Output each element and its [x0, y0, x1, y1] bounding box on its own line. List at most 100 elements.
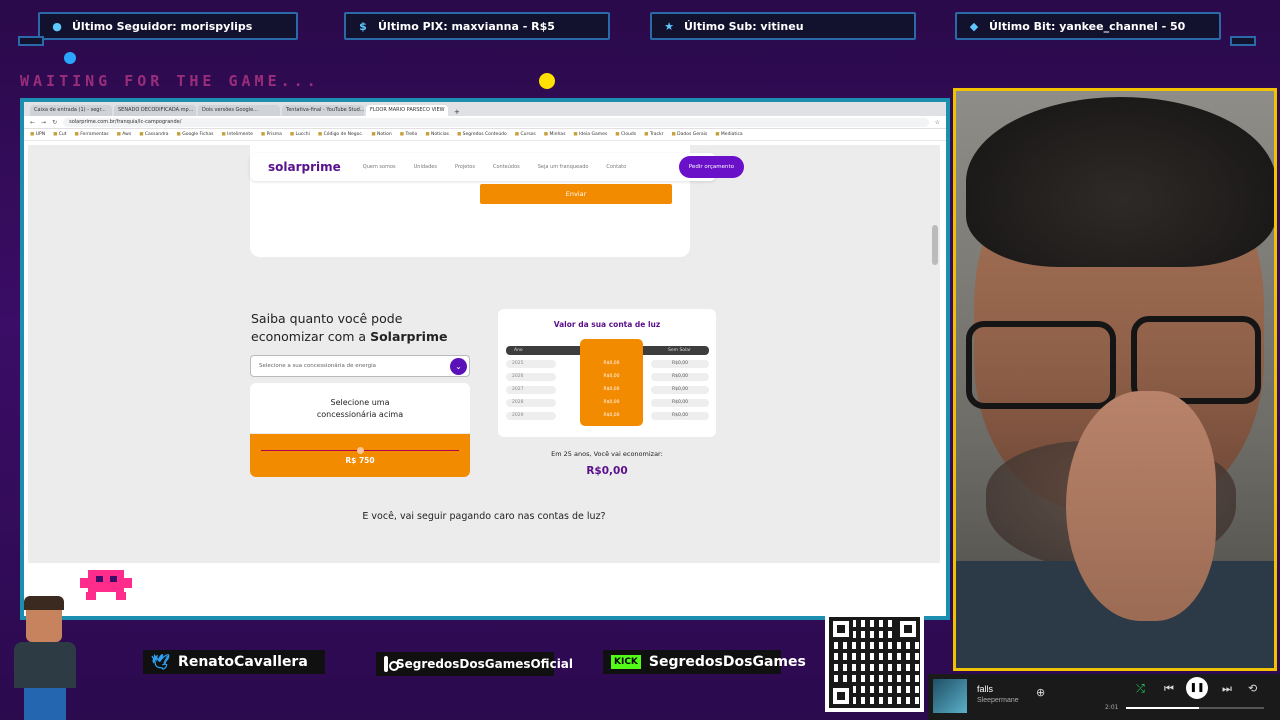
pause-button[interactable]: ❚❚ [1186, 677, 1208, 699]
select-hint-card: Selecione uma concessionária acima [250, 383, 470, 433]
bookmark-item[interactable]: Minhas [544, 132, 565, 137]
cell-with-solar: R$0,00 [603, 361, 620, 366]
bookmark-item[interactable]: Clouds [615, 132, 636, 137]
bookmark-star-icon[interactable]: ☆ [935, 119, 940, 126]
alert-pix-text: Último PIX: maxvianna - R$5 [378, 19, 555, 33]
browser-tab[interactable]: SENADO DECODIFICADA.mp... [114, 105, 196, 116]
quote-button[interactable]: Pedir orçamento [678, 156, 744, 178]
address-bar: ← → ↻ solarprime.com.br/franquia/lc-camp… [24, 116, 946, 129]
bookmark-item[interactable]: Notion [371, 132, 392, 137]
user-icon: ● [52, 19, 62, 33]
bookmark-item[interactable]: Ideia Games [573, 132, 607, 137]
bill-table-title: Valor da sua conta de luz [553, 320, 661, 329]
twitter-icon: 🕊 [151, 653, 171, 671]
repeat-icon[interactable]: ⟲ [1248, 682, 1257, 695]
pixel-avatar-hair [24, 596, 64, 610]
cell-without-solar: R$0,00 [651, 386, 709, 394]
hint-line2: concessionária acima [316, 410, 404, 419]
frame-corner-right [1230, 36, 1256, 46]
forward-icon[interactable]: → [41, 119, 46, 126]
cell-with-solar: R$0,00 [603, 413, 620, 418]
livepix-qr-code [825, 613, 924, 712]
cell-without-solar: R$0,00 [651, 373, 709, 381]
webcam-person-hand [1066, 391, 1216, 621]
nav-link-units[interactable]: Unidades [414, 164, 437, 170]
cell-year: 2026 [506, 373, 556, 381]
new-tab-icon[interactable]: + [450, 108, 464, 116]
chevron-down-icon[interactable]: ⌄ [450, 358, 467, 375]
bookmark-item[interactable]: Ferramentas [75, 132, 108, 137]
decor-yellow-dot [539, 73, 555, 89]
bookmark-item[interactable]: Google Fichas [177, 132, 213, 137]
header-year: Ano [514, 348, 523, 353]
bookmark-item[interactable]: Cursos [515, 132, 535, 137]
nav-link-projects[interactable]: Projetos [455, 164, 475, 170]
table-row: 2029 R$0,00 R$0,00 [506, 412, 709, 420]
playback-progress-bar[interactable] [1126, 707, 1264, 709]
bookmark-item[interactable]: Notícias [425, 132, 449, 137]
nav-link-about[interactable]: Quem somos [363, 164, 396, 170]
calculator-title-line1: Saiba quanto você pode [251, 311, 403, 326]
diamond-icon: ◆ [969, 19, 979, 33]
instagram-icon [384, 656, 399, 672]
pixel-avatar-legs [24, 688, 66, 720]
browser-tab-active[interactable]: FLOOR MARIO PARSECO VIEW [366, 105, 448, 116]
browser-tab[interactable]: Caixa de entrada (1) - segr... [30, 105, 112, 116]
bookmark-item[interactable]: Segredos Conteúdo [457, 132, 507, 137]
site-logo[interactable]: solarprime [268, 160, 341, 174]
twitter-handle-text: RenatoCavallera [178, 654, 308, 670]
nav-link-content[interactable]: Conteúdos [493, 164, 520, 170]
browser-window: Caixa de entrada (1) - segr... SENADO DE… [20, 98, 950, 620]
pixel-avatar [6, 596, 84, 720]
table-row: 2026 R$0,00 R$0,00 [506, 373, 709, 381]
reload-icon[interactable]: ↻ [52, 119, 57, 126]
bookmark-item[interactable]: Aws [117, 132, 131, 137]
bookmark-item[interactable]: Código de Negoc. [318, 132, 364, 137]
glasses-left-lens [966, 321, 1116, 409]
browser-tab[interactable]: Tentativa-final - YouTube Stud... [282, 105, 364, 116]
qr-label: livepix.gg/segredosdosgames [826, 602, 931, 610]
site-header: solarprime Quem somos Unidades Projetos … [250, 153, 744, 181]
bookmark-item[interactable]: Mediatica [715, 132, 743, 137]
nav-link-contact[interactable]: Contato [606, 164, 626, 170]
bookmark-item[interactable]: Prisma [261, 132, 282, 137]
alert-sub-text: Último Sub: vitineu [684, 19, 804, 33]
bookmark-item[interactable]: Intelimente [221, 132, 253, 137]
bookmark-item[interactable]: Lucchi [290, 132, 310, 137]
alert-last-pix: $ Último PIX: maxvianna - R$5 [344, 12, 610, 40]
previous-track-icon[interactable]: ⏮ [1164, 682, 1174, 696]
elapsed-time: 2:01 [1105, 704, 1119, 711]
bookmark-item[interactable]: Cassandra [139, 132, 169, 137]
calculator-title-prefix: economizar com a [251, 329, 371, 344]
page-scrollbar[interactable] [932, 225, 938, 265]
alert-last-sub: ★ Último Sub: vitineu [650, 12, 916, 40]
bookmark-item[interactable]: Cut [53, 132, 67, 137]
instagram-handle: SegredosDosGamesOficial [376, 652, 573, 676]
bill-slider-handle[interactable] [356, 447, 364, 454]
bookmark-item[interactable]: Trackr [644, 132, 664, 137]
qr-finder [896, 617, 920, 641]
bookmark-item[interactable]: Trello [400, 132, 417, 137]
send-button[interactable]: Enviar [480, 184, 672, 204]
bookmark-item[interactable]: Dados Gerais [671, 132, 707, 137]
cell-year: 2027 [506, 386, 556, 394]
media-player: falls Sleepermane ⊕ ⤮ ⏮ ❚❚ ⏭ ⟲ 2:01 [928, 674, 1280, 720]
utility-select[interactable]: Selecione a sua concessionária de energi… [250, 355, 470, 377]
next-track-icon[interactable]: ⏭ [1222, 682, 1232, 696]
add-to-library-icon[interactable]: ⊕ [1036, 686, 1045, 699]
alert-bit-text: Último Bit: yankee_channel - 50 [989, 19, 1186, 33]
nav-link-franchise[interactable]: Seja um franqueado [538, 164, 589, 170]
shuffle-icon[interactable]: ⤮ [1136, 682, 1145, 696]
back-icon[interactable]: ← [30, 119, 35, 126]
cell-without-solar: R$0,00 [651, 399, 709, 407]
space-invader-icon [80, 566, 132, 604]
browser-tab[interactable]: Dois versões Google... [198, 105, 280, 116]
url-input[interactable]: solarprime.com.br/franquia/lc-campogrand… [63, 117, 929, 127]
calculator-title-brand: Solarprime [370, 329, 448, 344]
cell-with-solar: R$0,00 [603, 374, 620, 379]
cell-without-solar: R$0,00 [651, 360, 709, 368]
page-footer-section [28, 563, 940, 616]
star-icon: ★ [664, 19, 674, 33]
bookmark-item[interactable]: UPN [30, 132, 45, 137]
browser-tab-bar: Caixa de entrada (1) - segr... SENADO DE… [24, 102, 946, 116]
